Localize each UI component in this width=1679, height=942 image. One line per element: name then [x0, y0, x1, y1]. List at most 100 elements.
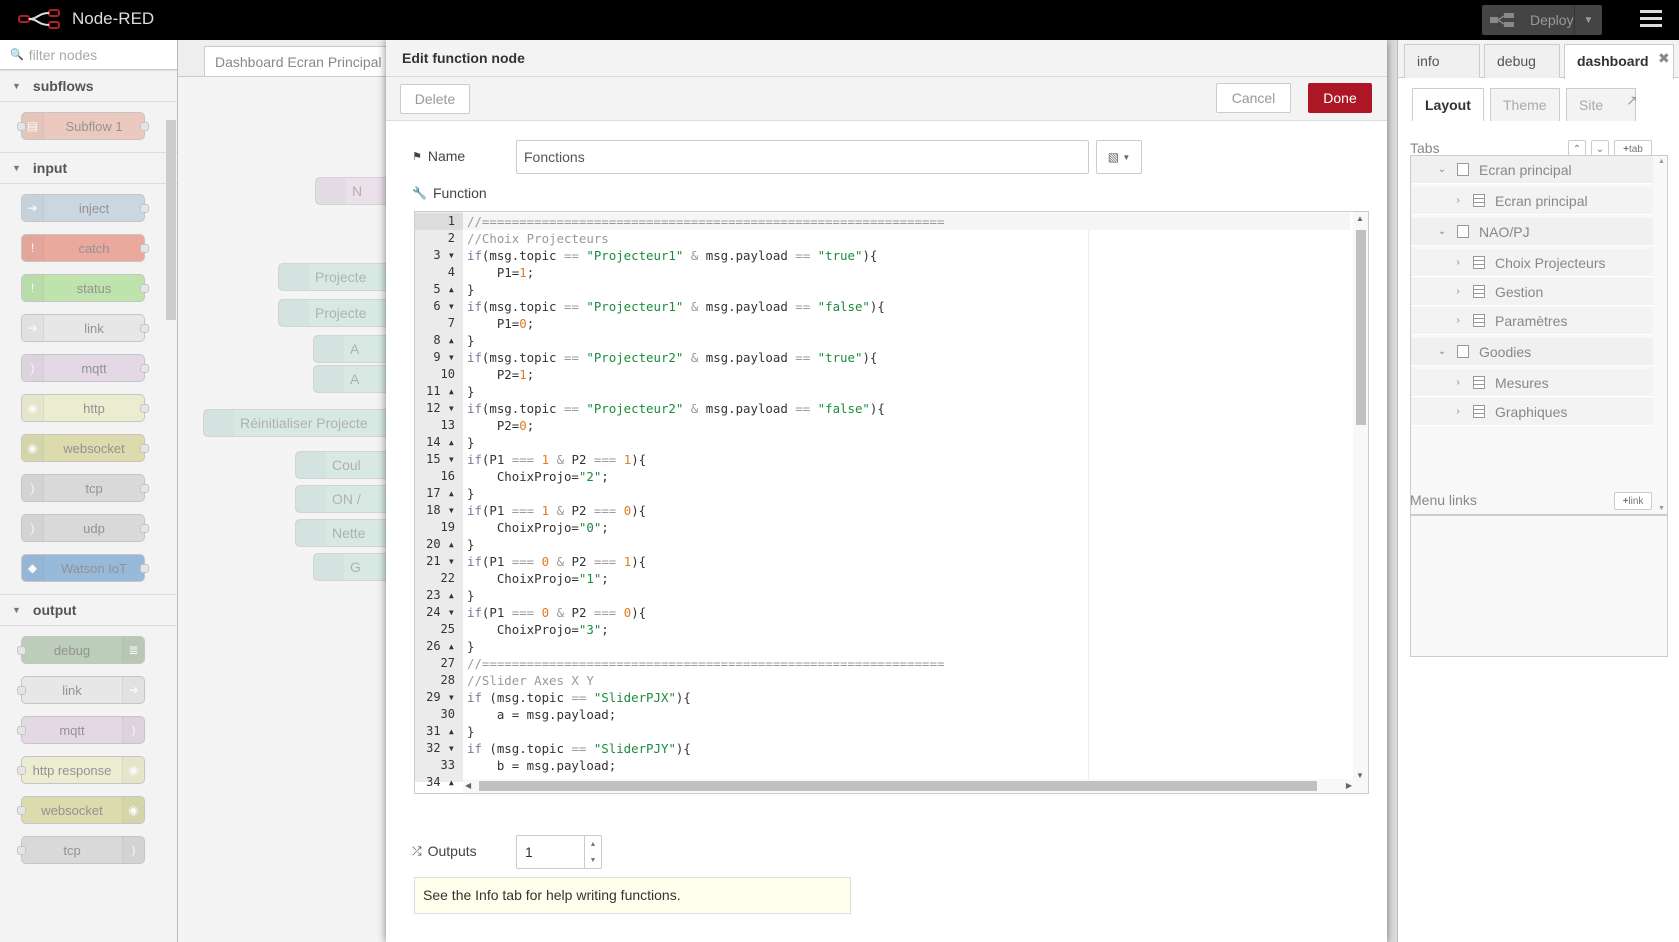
palette-node-watson-iot[interactable]: ◆ Watson IoT: [21, 554, 149, 582]
flow-node[interactable]: ON /: [295, 485, 390, 513]
tab-theme[interactable]: Theme: [1490, 88, 1560, 121]
tree-group-item[interactable]: › Graphiques: [1411, 398, 1653, 426]
tree-group-item[interactable]: › Paramètres: [1411, 307, 1653, 335]
code-line[interactable]: if(msg.topic == "Projecteur1" & msg.payl…: [467, 298, 885, 315]
close-icon[interactable]: ✖: [1658, 50, 1670, 67]
tree-group-item[interactable]: › Gestion: [1411, 278, 1653, 306]
flow-node[interactable]: G: [313, 553, 390, 581]
chevron-right-icon[interactable]: ›: [1451, 315, 1465, 326]
code-line[interactable]: P1=1;: [467, 264, 534, 281]
code-line[interactable]: }: [467, 723, 474, 740]
palette-node-status[interactable]: ! status: [21, 274, 149, 302]
palette-node-inject[interactable]: ➔ inject: [21, 194, 149, 222]
scroll-left-icon[interactable]: ◀: [465, 781, 471, 790]
scroll-right-icon[interactable]: ▶: [1346, 781, 1352, 790]
tree-tab-item[interactable]: ⌄ NAO/PJ: [1411, 218, 1653, 246]
flow-node[interactable]: Nette: [295, 519, 390, 547]
tab-info[interactable]: info: [1404, 44, 1480, 78]
palette-node-mqtt[interactable]: ) mqtt: [21, 354, 149, 382]
flow-node[interactable]: Projecte: [278, 299, 390, 327]
palette-category-subflows[interactable]: ▼ subflows: [0, 70, 177, 102]
code-line[interactable]: //======================================…: [463, 213, 1350, 230]
hamburger-menu-icon[interactable]: [1640, 10, 1662, 30]
code-line[interactable]: }: [467, 485, 474, 502]
flow-node[interactable]: A: [313, 365, 390, 393]
flow-node[interactable]: Projecte: [278, 263, 390, 291]
palette-node-tcp[interactable]: ) tcp: [21, 474, 149, 502]
flow-node[interactable]: Coul: [295, 451, 390, 479]
code-line[interactable]: ChoixProjo="1";: [467, 570, 609, 587]
code-line[interactable]: //Choix Projecteurs: [467, 230, 609, 247]
scroll-up-icon[interactable]: ▲: [1356, 214, 1364, 223]
code-line[interactable]: //======================================…: [467, 655, 944, 672]
tab-debug[interactable]: debug: [1484, 44, 1560, 78]
palette-node-debug[interactable]: ≣ debug: [17, 636, 145, 664]
palette-node-mqtt[interactable]: ) mqtt: [17, 716, 145, 744]
tree-group-item[interactable]: › Ecran principal: [1411, 187, 1653, 215]
scroll-thumb[interactable]: [479, 781, 1317, 791]
cancel-button[interactable]: Cancel: [1216, 83, 1291, 113]
add-link-button[interactable]: + link: [1614, 492, 1652, 510]
scroll-thumb[interactable]: [1356, 230, 1366, 425]
palette-node-websocket[interactable]: ◉ websocket: [17, 796, 145, 824]
palette-filter-input[interactable]: 🔍 filter nodes: [0, 40, 177, 70]
code-line[interactable]: }: [467, 281, 474, 298]
code-line[interactable]: if(P1 === 0 & P2 === 0){: [467, 604, 646, 621]
code-line[interactable]: P2=0;: [467, 417, 534, 434]
code-line[interactable]: }: [467, 587, 474, 604]
code-line[interactable]: if(msg.topic == "Projecteur1" & msg.payl…: [467, 247, 877, 264]
palette-node-tcp[interactable]: ) tcp: [17, 836, 145, 864]
code-line[interactable]: }: [467, 383, 474, 400]
code-line[interactable]: b = msg.payload;: [467, 757, 616, 774]
code-line[interactable]: if(msg.topic == "Projecteur2" & msg.payl…: [467, 400, 885, 417]
code-line[interactable]: if(msg.topic == "Projecteur2" & msg.payl…: [467, 349, 877, 366]
external-link-icon[interactable]: ↗: [1626, 92, 1638, 109]
palette-node-http[interactable]: ◉ http: [21, 394, 149, 422]
palette-category-output[interactable]: ▼ output: [0, 594, 177, 626]
palette-node-udp[interactable]: ) udp: [21, 514, 149, 542]
palette-category-input[interactable]: ▼ input: [0, 152, 177, 184]
deploy-button[interactable]: Deploy ▼: [1482, 5, 1602, 35]
code-line[interactable]: }: [467, 332, 474, 349]
code-line[interactable]: }: [467, 638, 474, 655]
flow-canvas[interactable]: N Projecte Projecte A A Réinitialiser Pr…: [178, 76, 390, 942]
palette-node-http-response[interactable]: ◉ http response: [17, 756, 145, 784]
code-line[interactable]: //Slider Axes X Y: [467, 672, 594, 689]
code-line[interactable]: if(P1 === 1 & P2 === 1){: [467, 451, 646, 468]
code-line[interactable]: if (msg.topic == "SliderPJY"){: [467, 740, 691, 757]
chevron-right-icon[interactable]: ›: [1451, 195, 1465, 206]
tab-dashboard-ecran-principal[interactable]: Dashboard Ecran Principal: [204, 46, 390, 76]
tree-tab-item[interactable]: ⌄ Goodies: [1411, 338, 1653, 366]
chevron-down-icon[interactable]: ⌄: [1435, 226, 1449, 237]
name-input[interactable]: Fonctions: [516, 140, 1089, 174]
palette-node-link[interactable]: ➔ link: [17, 676, 145, 704]
tree-scrollbar[interactable]: ▲ ▼: [1657, 156, 1667, 514]
code-line[interactable]: if(P1 === 1 & P2 === 0){: [467, 502, 646, 519]
code-line[interactable]: ChoixProjo="3";: [467, 621, 609, 638]
palette-node-link[interactable]: ➔ link: [21, 314, 149, 342]
delete-button[interactable]: Delete: [400, 84, 470, 114]
chevron-right-icon[interactable]: ›: [1451, 286, 1465, 297]
palette-node-catch[interactable]: ! catch: [21, 234, 149, 262]
code-line[interactable]: }: [467, 434, 474, 451]
editor-horizontal-scrollbar[interactable]: ◀ ▶: [463, 779, 1368, 793]
outputs-spinner-buttons[interactable]: ▲ ▼: [584, 836, 601, 868]
chevron-right-icon[interactable]: ›: [1451, 377, 1465, 388]
code-line[interactable]: ChoixProjo="0";: [467, 519, 609, 536]
flow-node[interactable]: N: [315, 177, 390, 205]
tab-layout[interactable]: Layout: [1412, 88, 1484, 121]
code-line[interactable]: P2=1;: [467, 366, 534, 383]
palette-node-subflow-1[interactable]: ▤ Subflow 1: [17, 112, 149, 140]
code-line[interactable]: }: [467, 536, 474, 553]
done-button[interactable]: Done: [1308, 83, 1372, 113]
editor-vertical-scrollbar[interactable]: ▲ ▼: [1353, 212, 1368, 782]
chevron-right-icon[interactable]: ›: [1451, 406, 1465, 417]
caret-down-icon[interactable]: ▼: [1574, 5, 1602, 35]
chevron-right-icon[interactable]: ›: [1451, 257, 1465, 268]
code-line[interactable]: ChoixProjo="2";: [467, 468, 609, 485]
chevron-down-icon[interactable]: ⌄: [1435, 346, 1449, 357]
chevron-down-icon[interactable]: ⌄: [1435, 164, 1449, 175]
flow-node[interactable]: Réinitialiser Projecte: [203, 409, 390, 437]
code-line[interactable]: P1=0;: [467, 315, 534, 332]
code-line[interactable]: if(P1 === 0 & P2 === 1){: [467, 553, 646, 570]
